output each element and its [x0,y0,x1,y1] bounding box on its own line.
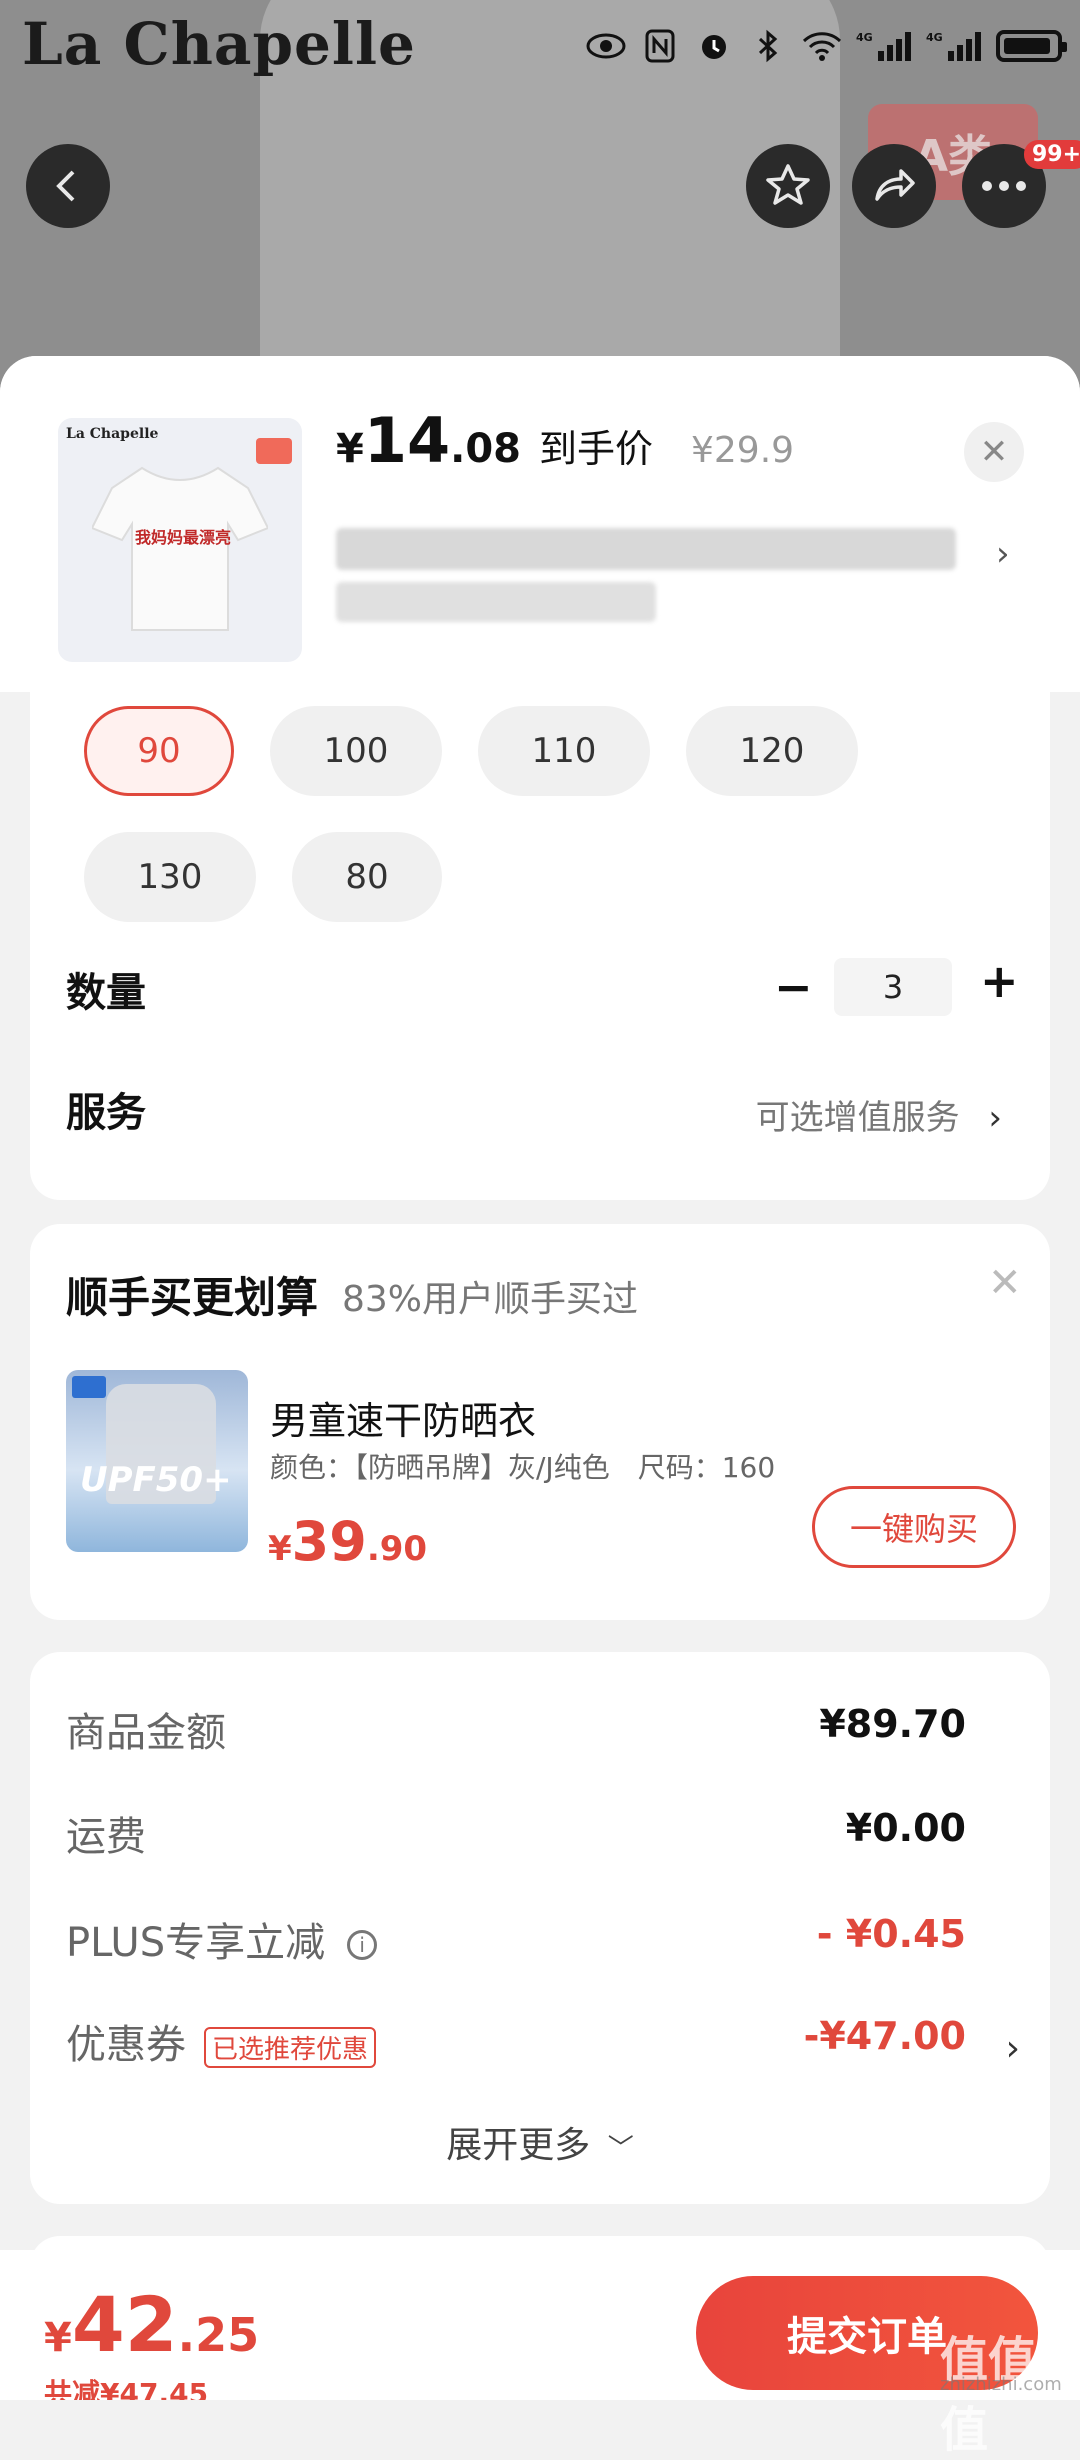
bundle-subtitle: 83%用户顺手买过 [342,1279,639,1320]
close-icon: ✕ [979,432,1009,472]
bluetooth-icon [748,28,788,64]
nfc-icon [640,28,680,64]
share-icon [875,169,915,201]
total-saved: 共减¥47.45 [44,2377,209,2400]
coupon-label: 优惠券 [66,2022,186,2068]
signal-icon-2: 4G [926,28,982,64]
quantity-decrease-button[interactable]: − [774,960,813,1014]
brand-logo: La Chapelle [22,10,416,78]
bundle-product-spec: 颜色：【防晒吊牌】灰/J纯色 尺码：160 [270,1451,776,1484]
shipping-value: ¥0.00 [845,1806,966,1850]
chevron-right-icon: › [988,1098,1002,1138]
bundle-product-price: ¥ 39 .90 [268,1510,427,1573]
shipping-label: 运费 [66,1814,146,1860]
sheet-header: La Chapelle 我妈妈最漂亮 ¥ 14 .08 到手价 ¥29.9 ✕ … [0,356,1080,692]
quantity-increase-button[interactable]: + [980,954,1019,1008]
tshirt-image [92,466,268,631]
share-button[interactable] [852,144,936,228]
back-arrow-icon [56,170,75,202]
goods-amount-value: ¥89.70 [819,1702,966,1746]
size-option-80[interactable]: 80 [292,832,442,922]
alarm-icon [694,28,734,64]
bundle-price-integer: 39 [291,1510,367,1573]
plus-discount-label: PLUS专享立减 [66,1920,326,1966]
price-decimal: .08 [450,426,521,472]
bundle-product-image[interactable]: UPF50+ [66,1370,248,1552]
chevron-right-icon[interactable]: › [996,534,1010,574]
bundle-product-name[interactable]: 男童速干防晒衣 [270,1390,536,1445]
svg-text:4G: 4G [856,31,873,44]
quantity-label: 数量 [66,970,146,1016]
price-label: 到手价 [538,427,653,471]
battery-icon [996,30,1067,62]
coupon-tag: 已选推荐优惠 [204,2026,377,2068]
bundle-title: 顺手买更划算 [66,1273,319,1322]
plus-discount-row: PLUS专享立减 i [66,1910,378,1968]
bundle-price-symbol: ¥ [268,1529,292,1569]
total-price: ¥ 42 .25 [44,2280,259,2369]
size-option-100[interactable]: 100 [270,706,442,796]
svg-text:4G: 4G [926,31,943,44]
product-thumbnail[interactable]: La Chapelle 我妈妈最漂亮 [58,418,302,662]
eye-icon [586,28,626,64]
total-symbol: ¥ [44,2315,72,2361]
total-integer: 42 [71,2280,178,2369]
plus-discount-value: - ¥0.45 [816,1912,966,1956]
thumb-text: 我妈妈最漂亮 [134,528,231,547]
blurred-address-line-2 [336,582,656,622]
blurred-address-line-1 [336,528,956,570]
checkout-bar: ¥ 42 .25 共减¥47.45 提交订单 [0,2250,1080,2400]
quantity-input[interactable]: 3 [834,958,952,1016]
more-dots-icon [982,181,1026,191]
one-click-buy-button[interactable]: 一键购买 [812,1486,1016,1568]
checkout-sheet: La Chapelle 我妈妈最漂亮 ¥ 14 .08 到手价 ¥29.9 ✕ … [0,356,1080,2400]
brand-logo-icon [72,1376,106,1398]
order-summary-card: 商品金额 ¥89.70 运费 ¥0.00 PLUS专享立减 i - ¥0.45 优… [30,1652,1050,2204]
wifi-icon [802,28,842,64]
thumb-brand: La Chapelle [66,426,159,442]
favorite-button[interactable] [746,144,830,228]
bundle-card: 顺手买更划算 83%用户顺手买过 ✕ UPF50+ 男童速干防晒衣 颜色：【防晒… [30,1224,1050,1620]
service-label: 服务 [66,1090,146,1136]
signal-icon-1: 4G [856,28,912,64]
original-price: ¥29.9 [691,430,795,471]
close-button[interactable]: ✕ [964,422,1024,482]
watermark-url: zhizhizhi.com [940,2374,1062,2395]
star-icon [766,164,810,205]
status-bar: 4G 4G [586,28,1067,64]
size-option-130[interactable]: 130 [84,832,256,922]
upf-label: UPF50+ [80,1460,232,1500]
coupon-row[interactable]: 优惠券 已选推荐优惠 [66,2012,377,2070]
expand-more-label: 展开更多 [446,2125,591,2166]
chevron-down-icon: ﹀ [607,2134,634,2164]
total-decimal: .25 [177,2308,260,2362]
size-option-90[interactable]: 90 [84,706,234,796]
price-integer: 14 [363,404,451,477]
chevron-right-icon[interactable]: › [1006,2028,1020,2069]
info-icon[interactable]: i [347,1930,378,1960]
service-selector[interactable]: 可选增值服务 › [756,1090,1002,1139]
service-hint: 可选增值服务 [755,1098,960,1138]
back-button[interactable] [26,144,110,228]
size-option-110[interactable]: 110 [478,706,650,796]
spec-card: 90 100 110 120 130 80 数量 − 3 + 服务 可选增值服务… [30,692,1050,1200]
size-option-120[interactable]: 120 [686,706,858,796]
notification-badge: 99+ [1024,140,1080,169]
final-price: ¥ 14 .08 到手价 ¥29.9 [336,404,794,477]
bundle-close-icon[interactable]: ✕ [988,1260,1022,1306]
coupon-value: -¥47.00 [803,2014,966,2058]
goods-amount-label: 商品金额 [66,1710,226,1756]
price-symbol: ¥ [336,426,364,472]
bundle-price-decimal: .90 [366,1529,428,1569]
expand-more-button[interactable]: 展开更多 ﹀ [30,2116,1050,2168]
